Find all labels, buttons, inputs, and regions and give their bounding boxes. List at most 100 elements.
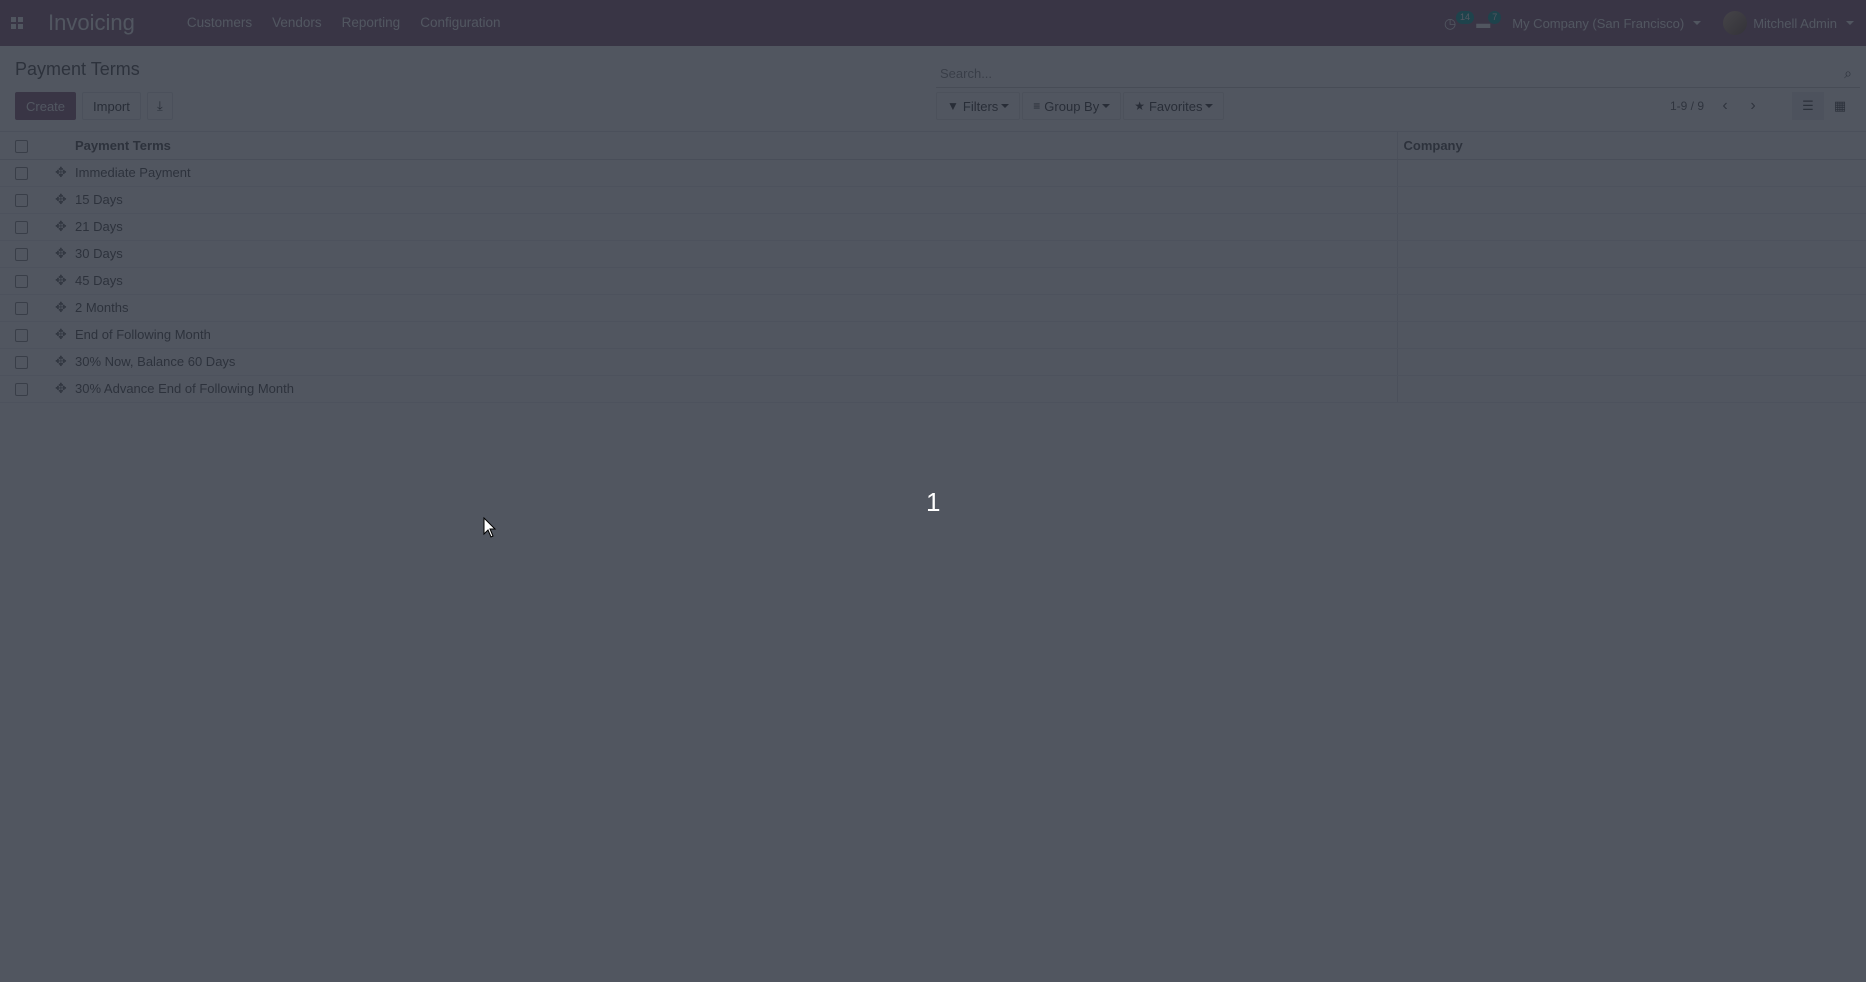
overlay-step-number: 1 xyxy=(926,487,941,517)
payment-term-name[interactable]: 45 Days xyxy=(75,267,1397,295)
row-handle-cell: ✥ xyxy=(40,159,75,187)
bars-icon: ≡ xyxy=(1033,99,1041,113)
list-view-button[interactable]: ☰ xyxy=(1792,92,1824,120)
export-button[interactable]: ⤓ xyxy=(146,92,173,120)
row-select-cell xyxy=(0,375,40,403)
row-checkbox[interactable] xyxy=(15,356,28,370)
search-bar: ⌕ xyxy=(936,60,1860,88)
favorites-button[interactable]: ★ Favorites xyxy=(1123,92,1225,120)
app-brand[interactable]: Invoicing xyxy=(48,10,135,36)
payment-term-name[interactable]: End of Following Month xyxy=(75,321,1397,349)
menu-vendors[interactable]: Vendors xyxy=(262,0,332,46)
chevron-down-icon xyxy=(1693,21,1702,25)
pager: 1-9 / 9 ‹ › xyxy=(1670,92,1760,120)
payment-term-name[interactable]: 30% Now, Balance 60 Days xyxy=(75,348,1397,376)
company-switcher[interactable]: My Company (San Francisco) xyxy=(1500,16,1713,31)
company-cell[interactable] xyxy=(1396,348,1866,376)
row-select-cell xyxy=(0,348,40,376)
table-row[interactable]: ✥ 15 Days xyxy=(0,186,1866,214)
chevron-down-icon xyxy=(1001,104,1010,108)
payment-term-name[interactable]: 2 Months xyxy=(75,294,1397,322)
table-row[interactable]: ✥ 45 Days xyxy=(0,267,1866,295)
view-switcher: ☰ ▦ xyxy=(1792,92,1856,120)
payment-term-name[interactable]: 30% Advance End of Following Month xyxy=(75,375,1397,403)
row-checkbox[interactable] xyxy=(15,167,28,181)
drag-handle-icon[interactable]: ✥ xyxy=(55,299,67,315)
column-header-company[interactable]: Company xyxy=(1396,132,1866,160)
activity-menu[interactable]: ◷ 14 xyxy=(1434,0,1475,46)
groupby-label: Group By xyxy=(1044,98,1100,114)
company-cell[interactable] xyxy=(1396,186,1866,214)
payment-term-name[interactable]: 21 Days xyxy=(75,213,1397,241)
company-cell[interactable] xyxy=(1396,240,1866,268)
menu-reporting[interactable]: Reporting xyxy=(332,0,411,46)
company-cell[interactable] xyxy=(1396,375,1866,403)
chevron-left-icon[interactable]: ‹ xyxy=(1718,97,1732,115)
company-cell[interactable] xyxy=(1396,213,1866,241)
create-button[interactable]: Create xyxy=(15,92,77,120)
chevron-right-icon[interactable]: › xyxy=(1746,97,1760,115)
row-checkbox[interactable] xyxy=(15,329,28,343)
star-icon: ★ xyxy=(1134,99,1145,113)
filters-label: Filters xyxy=(962,98,999,114)
drag-handle-icon[interactable]: ✥ xyxy=(55,326,67,342)
top-navbar: Invoicing Customers Vendors Reporting Co… xyxy=(0,0,1866,46)
drag-handle-icon[interactable]: ✥ xyxy=(55,164,67,180)
menu-configuration[interactable]: Configuration xyxy=(410,0,510,46)
company-cell[interactable] xyxy=(1396,321,1866,349)
avatar xyxy=(1723,11,1748,35)
messaging-menu[interactable]: ▬ 7 xyxy=(1466,0,1502,46)
table-row[interactable]: ✥ End of Following Month xyxy=(0,321,1866,349)
table-header-row: Payment Terms Company xyxy=(0,132,1866,160)
row-select-cell xyxy=(0,186,40,214)
apps-menu-icon[interactable] xyxy=(2,0,32,46)
import-button[interactable]: Import xyxy=(82,92,141,120)
handle-header xyxy=(40,132,75,160)
user-menu[interactable]: Mitchell Admin xyxy=(1713,11,1866,35)
drag-handle-icon[interactable]: ✥ xyxy=(55,353,67,369)
row-select-cell xyxy=(0,267,40,295)
row-checkbox[interactable] xyxy=(15,275,28,289)
select-all-checkbox[interactable] xyxy=(15,139,28,153)
chevron-down-icon xyxy=(1102,104,1111,108)
drag-handle-icon[interactable]: ✥ xyxy=(55,191,67,207)
user-name: Mitchell Admin xyxy=(1753,15,1837,31)
row-checkbox[interactable] xyxy=(15,221,28,235)
kanban-view-button[interactable]: ▦ xyxy=(1824,92,1856,120)
table-row[interactable]: ✥ Immediate Payment xyxy=(0,159,1866,187)
systray: ◷ 14 ▬ 7 My Company (San Francisco) Mitc… xyxy=(1434,0,1866,46)
drag-handle-icon[interactable]: ✥ xyxy=(55,245,67,261)
drag-handle-icon[interactable]: ✥ xyxy=(55,380,67,396)
row-checkbox[interactable] xyxy=(15,194,28,208)
favorites-label: Favorites xyxy=(1148,98,1203,114)
company-cell[interactable] xyxy=(1396,159,1866,187)
table-row[interactable]: ✥ 30% Advance End of Following Month xyxy=(0,375,1866,403)
drag-handle-icon[interactable]: ✥ xyxy=(55,272,67,288)
list-icon: ☰ xyxy=(1802,98,1814,113)
row-checkbox[interactable] xyxy=(15,248,28,262)
company-cell[interactable] xyxy=(1396,267,1866,295)
app-root: Invoicing Customers Vendors Reporting Co… xyxy=(0,0,1866,982)
table-row[interactable]: ✥ 21 Days xyxy=(0,213,1866,241)
control-panel: Payment Terms ⌕ Create Import ⤓ ▼ Filter… xyxy=(0,46,1866,132)
pager-value[interactable]: 1-9 / 9 xyxy=(1670,99,1704,113)
payment-term-name[interactable]: 30 Days xyxy=(75,240,1397,268)
menu-customers[interactable]: Customers xyxy=(177,0,262,46)
search-input[interactable] xyxy=(936,66,1836,81)
payment-term-name[interactable]: Immediate Payment xyxy=(75,159,1397,187)
company-cell[interactable] xyxy=(1396,294,1866,322)
clock-icon: ◷ xyxy=(1444,14,1457,31)
filters-button[interactable]: ▼ Filters xyxy=(936,92,1021,120)
payment-terms-table: Payment Terms Company ✥ Immediate Paymen… xyxy=(0,132,1866,403)
table-row[interactable]: ✥ 30% Now, Balance 60 Days xyxy=(0,348,1866,376)
table-row[interactable]: ✥ 30 Days xyxy=(0,240,1866,268)
groupby-button[interactable]: ≡ Group By xyxy=(1022,92,1122,120)
drag-handle-icon[interactable]: ✥ xyxy=(55,218,67,234)
table-row[interactable]: ✥ 2 Months xyxy=(0,294,1866,322)
row-checkbox[interactable] xyxy=(15,302,28,316)
row-checkbox[interactable] xyxy=(15,383,28,397)
payment-term-name[interactable]: 15 Days xyxy=(75,186,1397,214)
row-select-cell xyxy=(0,213,40,241)
column-header-payment-terms[interactable]: Payment Terms xyxy=(75,132,1397,160)
search-icon[interactable]: ⌕ xyxy=(1836,65,1860,82)
